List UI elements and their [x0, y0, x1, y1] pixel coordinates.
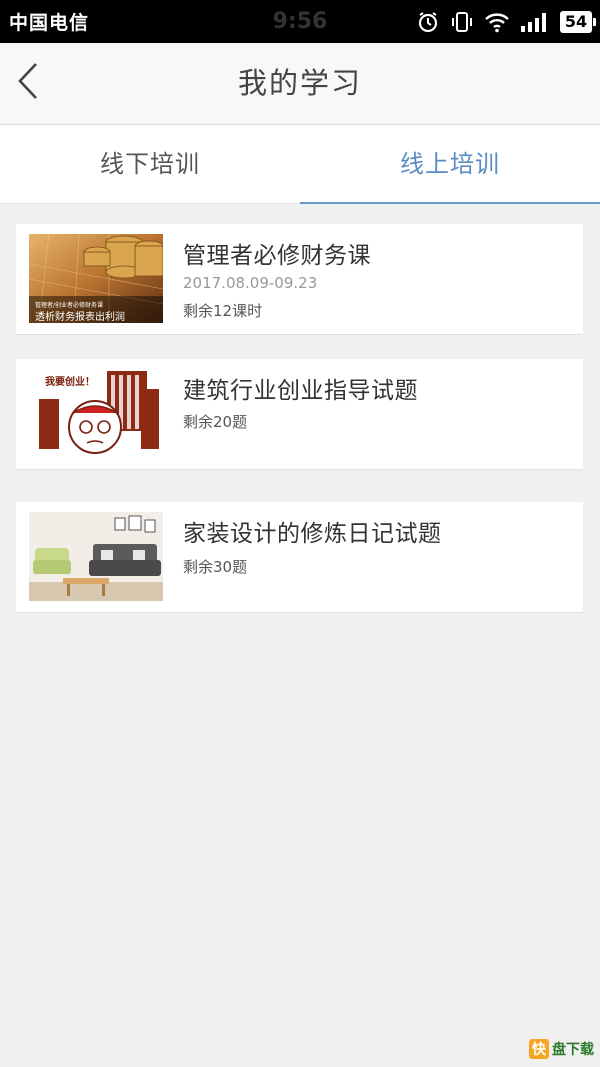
watermark-mark: 快 — [529, 1039, 549, 1059]
watermark-text: 盘下载 — [552, 1042, 594, 1058]
course-card[interactable]: 管理者/创业者必修财务课 透析财务报表出利润 管理者必修财务课 2017.08.… — [16, 224, 583, 335]
course-date: 2017.08.09-09.23 — [183, 274, 318, 292]
course-title: 家装设计的修炼日记试题 — [183, 521, 442, 547]
vibrate-icon — [450, 10, 474, 34]
battery-indicator: 54 — [560, 10, 596, 33]
tab-online-training[interactable]: 线上培训 — [300, 125, 600, 204]
status-bar: 中国电信 54 — [0, 0, 600, 43]
tab-offline-training[interactable]: 线下培训 — [0, 125, 300, 203]
course-thumbnail: 我要创业！ — [29, 369, 163, 458]
thumb-caption: 我要创业！ — [45, 377, 95, 388]
header: 我的学习 — [0, 43, 600, 125]
status-icons: 54 — [416, 10, 596, 34]
course-title: 管理者必修财务课 — [183, 243, 371, 269]
page-title: 我的学习 — [237, 66, 362, 100]
course-thumbnail — [29, 512, 163, 601]
signal-icon — [520, 11, 550, 33]
tab-bar: 线下培训 线上培训 — [0, 125, 600, 204]
course-title: 建筑行业创业指导试题 — [183, 378, 418, 404]
thumb-caption: 透析财务报表出利润 — [35, 312, 125, 323]
carrier-label: 中国电信 — [9, 12, 90, 34]
course-thumbnail: 管理者/创业者必修财务课 透析财务报表出利润 — [29, 234, 163, 323]
watermark-logo: 快 盘下载 — [529, 1039, 594, 1059]
course-remaining: 剩余20题 — [183, 413, 248, 431]
course-card[interactable]: 家装设计的修炼日记试题 剩余30题 — [16, 502, 583, 613]
course-remaining: 剩余30题 — [183, 558, 248, 576]
course-remaining: 剩余12课时 — [183, 302, 263, 320]
wifi-icon — [484, 11, 510, 33]
alarm-icon — [416, 10, 440, 34]
course-card[interactable]: 我要创业！ 建筑行业创业指导试题 剩余20题 — [16, 359, 583, 470]
